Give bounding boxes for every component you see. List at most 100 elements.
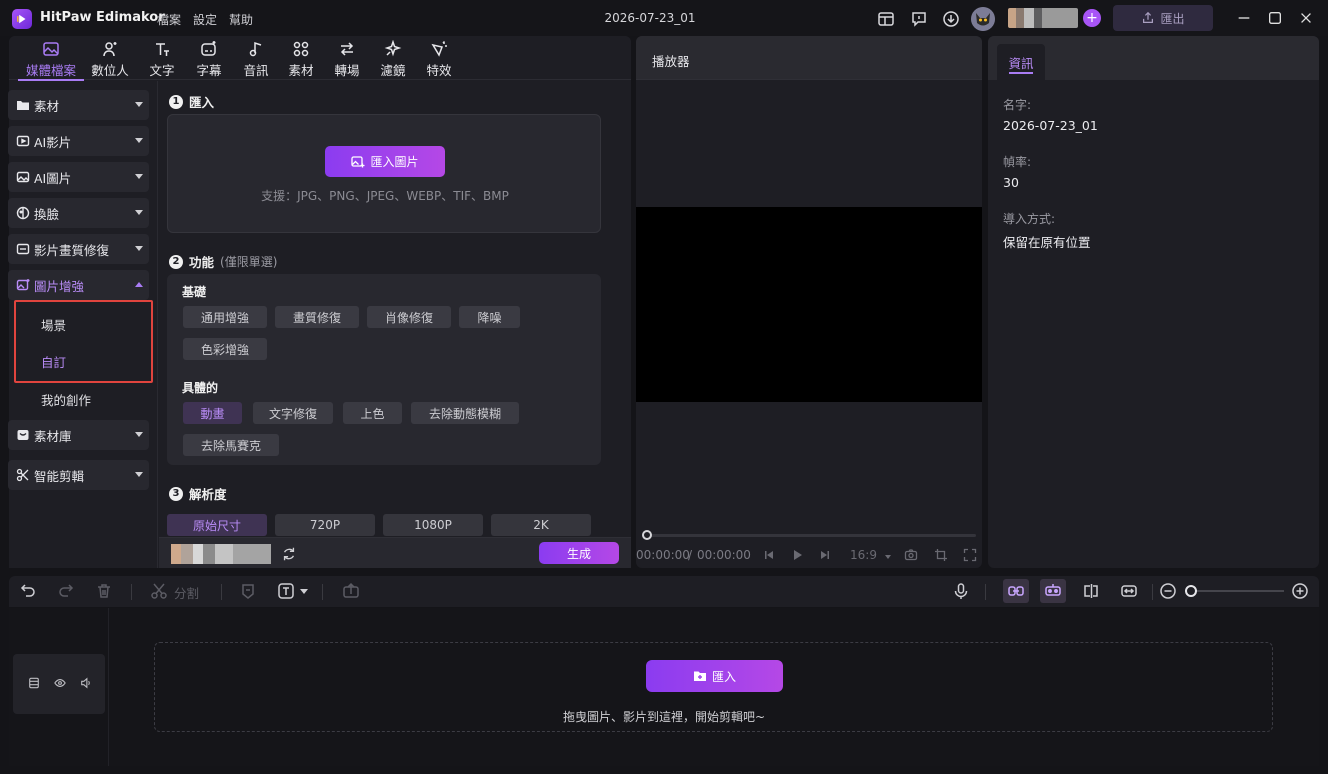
option-remove-motion-blur[interactable]: 去除動態模糊 <box>411 402 519 424</box>
section-title: 功能 <box>189 255 215 270</box>
toolbar-divider <box>985 584 986 600</box>
text-icon <box>156 43 169 56</box>
option-text-repair[interactable]: 文字修復 <box>253 402 333 424</box>
zoom-in-icon[interactable] <box>1290 581 1310 601</box>
marker-icon[interactable] <box>238 581 258 601</box>
generate-button[interactable]: 生成 <box>539 542 619 564</box>
tab-digital-human[interactable]: 數位人 <box>88 40 132 80</box>
export-clip-icon[interactable] <box>341 581 361 601</box>
upgrade-plus-icon[interactable]: + <box>1083 9 1101 27</box>
split-label[interactable]: 分割 <box>174 583 199 602</box>
single-select-hint: (僅限單選) <box>220 255 278 269</box>
fit-width-icon[interactable] <box>1119 581 1139 601</box>
function-section-header: 2 功能 (僅限單選) <box>169 252 277 271</box>
tab-media[interactable]: 媒體檔案 <box>18 40 84 81</box>
resolution-original[interactable]: 原始尺寸 <box>167 514 267 536</box>
avatar[interactable] <box>971 7 995 31</box>
fps-value: 30 <box>1003 175 1019 190</box>
track-video-icon[interactable] <box>27 676 41 690</box>
tab-info-label: 資訊 <box>1008 55 1034 71</box>
sidebar-item-library[interactable]: 素材庫 <box>8 420 149 450</box>
project-title: 2026-07-23_01 <box>604 11 696 25</box>
sidebar-item-ai-image[interactable]: AI圖片 <box>8 162 149 192</box>
play-icon[interactable] <box>789 547 805 563</box>
track-volume-icon[interactable] <box>79 676 93 690</box>
option-color-enhance[interactable]: 色彩增強 <box>183 338 267 360</box>
fullscreen-icon[interactable] <box>962 547 978 563</box>
zoom-out-icon[interactable] <box>1158 581 1178 601</box>
option-general-enhance[interactable]: 通用增強 <box>183 306 267 328</box>
option-denoise[interactable]: 降噪 <box>459 306 520 328</box>
ai-toggle-icon[interactable] <box>1040 579 1066 603</box>
snap-icon[interactable] <box>1081 581 1101 601</box>
menu-file[interactable]: 檔案 <box>157 11 181 28</box>
link-toggle-icon[interactable] <box>1003 579 1029 603</box>
feedback-icon[interactable] <box>909 9 929 29</box>
close-icon[interactable] <box>1297 9 1315 27</box>
next-frame-icon[interactable] <box>817 547 833 563</box>
text-dropdown-icon[interactable] <box>300 589 308 594</box>
name-label: 名字: <box>1003 98 1032 112</box>
enhance-settings: 1 匯入 匯入圖片 支援：JPG、PNG、JPEG、WEBP、TIF、BMP 2… <box>159 81 631 537</box>
option-colorize[interactable]: 上色 <box>343 402 402 424</box>
sidebar-item-face-swap[interactable]: 換臉 <box>8 198 149 228</box>
add-image-icon <box>351 155 365 167</box>
tab-subtitles[interactable]: 字幕 <box>191 40 227 80</box>
add-folder-icon <box>693 671 706 681</box>
option-animation[interactable]: 動畫 <box>183 402 242 424</box>
highlight-box <box>14 300 153 383</box>
layout-icon[interactable] <box>876 9 896 29</box>
tab-audio[interactable]: 音訊 <box>238 40 274 80</box>
playback-track[interactable] <box>642 534 976 537</box>
prev-frame-icon[interactable] <box>761 547 777 563</box>
menu-settings[interactable]: 設定 <box>193 11 217 28</box>
option-remove-mosaic[interactable]: 去除馬賽克 <box>183 434 279 456</box>
option-quality-repair[interactable]: 畫質修復 <box>275 306 359 328</box>
basic-group-title: 基礎 <box>182 285 207 299</box>
sidebar-item-label: 智能剪輯 <box>34 468 85 484</box>
refresh-icon[interactable] <box>279 544 299 564</box>
zoom-slider-handle[interactable] <box>1185 585 1197 597</box>
resolution-1080p[interactable]: 1080P <box>383 514 483 536</box>
aspect-ratio[interactable]: 16:9 <box>850 548 877 562</box>
export-button[interactable]: 匯出 <box>1113 5 1213 31</box>
timeline-import-button[interactable]: 匯入 <box>646 660 783 692</box>
tab-info[interactable]: 資訊 <box>997 44 1045 80</box>
redo-icon[interactable] <box>56 581 76 601</box>
text-insert-icon[interactable] <box>276 581 296 601</box>
sidebar-item-smart-edit[interactable]: 智能剪輯 <box>8 460 149 490</box>
microphone-icon[interactable] <box>951 581 971 601</box>
import-image-label: 匯入圖片 <box>370 155 419 169</box>
track-visibility-icon[interactable] <box>53 676 67 690</box>
resolution-720p[interactable]: 720P <box>275 514 375 536</box>
sidebar-item-video-enhance[interactable]: 影片畫質修復 <box>8 234 149 264</box>
section-title: 匯入 <box>189 95 215 110</box>
tab-effects[interactable]: 特效 <box>421 40 457 80</box>
tab-text[interactable]: 文字 <box>144 40 180 80</box>
snapshot-icon[interactable] <box>903 547 919 563</box>
maximize-icon[interactable] <box>1266 9 1284 27</box>
download-icon[interactable] <box>941 9 961 29</box>
undo-icon[interactable] <box>18 581 38 601</box>
resolution-2k[interactable]: 2K <box>491 514 591 536</box>
crop-icon[interactable] <box>933 547 949 563</box>
minimize-icon[interactable] <box>1235 9 1253 27</box>
sidebar-item-materials[interactable]: 素材 <box>8 90 149 120</box>
import-image-button[interactable]: 匯入圖片 <box>325 146 445 177</box>
tab-filters[interactable]: 濾鏡 <box>375 40 411 80</box>
playhead-knob[interactable] <box>642 530 652 540</box>
fps-label: 幀率: <box>1003 155 1032 169</box>
option-portrait-repair[interactable]: 肖像修復 <box>367 306 451 328</box>
tab-media-label: 媒體檔案 <box>25 63 76 78</box>
sidebar-subitem-my-creations[interactable]: 我的創作 <box>41 390 91 409</box>
tab-elements[interactable]: 素材 <box>283 40 319 80</box>
tab-transitions[interactable]: 轉場 <box>329 40 365 80</box>
split-icon[interactable] <box>149 581 169 601</box>
sidebar-item-image-enhance[interactable]: 圖片增強 <box>8 270 149 300</box>
menu-help[interactable]: 幫助 <box>229 11 253 28</box>
aspect-dropdown-icon[interactable] <box>885 555 891 559</box>
player-title: 播放器 <box>652 54 690 69</box>
delete-icon[interactable] <box>94 581 114 601</box>
sidebar-item-ai-video[interactable]: AI影片 <box>8 126 149 156</box>
zoom-slider-track[interactable] <box>1185 590 1284 592</box>
